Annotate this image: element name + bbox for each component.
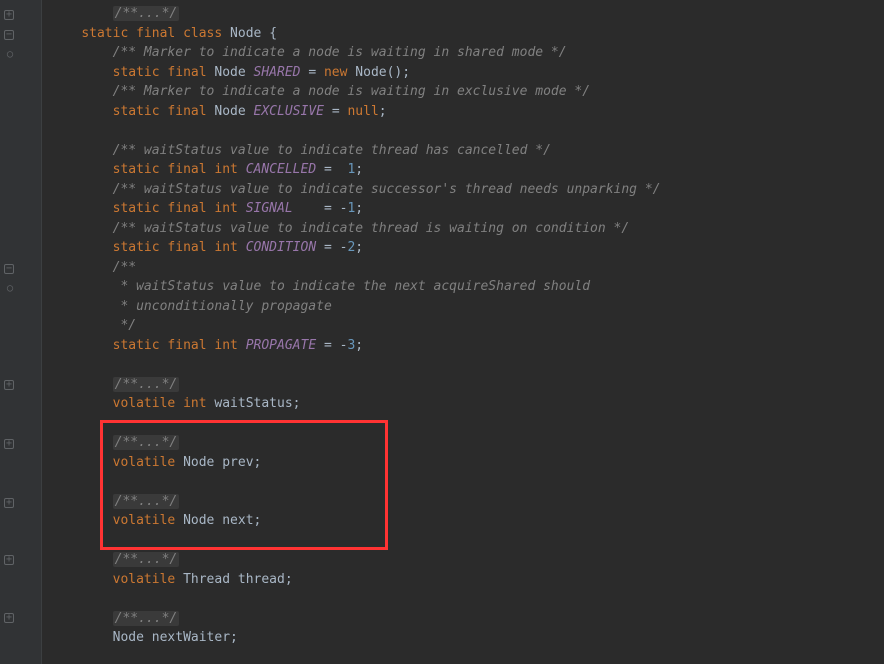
code-line: Node nextWaiter; — [42, 628, 884, 648]
code-line: volatile int waitStatus; — [42, 394, 884, 414]
code-line: /** waitStatus value to indicate thread … — [42, 141, 884, 161]
code-line: /** waitStatus value to indicate thread … — [42, 219, 884, 239]
code-line — [42, 589, 884, 609]
fold-toggle-icon[interactable]: + — [4, 555, 14, 565]
fold-comment[interactable]: /**...*/ — [113, 6, 180, 21]
code-line: static final int SIGNAL = -1; — [42, 199, 884, 219]
code-line: /**...*/ — [42, 609, 884, 629]
code-editor[interactable]: /**...*/ static final class Node { /** M… — [42, 0, 884, 664]
code-line: /**...*/ — [42, 4, 884, 24]
code-line: /**...*/ — [42, 375, 884, 395]
code-line: /** — [42, 258, 884, 278]
code-line: /**...*/ — [42, 492, 884, 512]
code-line: static final Node SHARED = new Node(); — [42, 63, 884, 83]
code-line: /** Marker to indicate a node is waiting… — [42, 43, 884, 63]
code-line: volatile Node prev; — [42, 453, 884, 473]
fold-toggle-icon[interactable]: − — [4, 30, 14, 40]
code-line: * unconditionally propagate — [42, 297, 884, 317]
fold-comment[interactable]: /**...*/ — [113, 377, 180, 392]
code-line: * waitStatus value to indicate the next … — [42, 277, 884, 297]
class-gutter-icon: ◯ — [4, 49, 16, 61]
code-line: /** Marker to indicate a node is waiting… — [42, 82, 884, 102]
code-line: static final class Node { — [42, 24, 884, 44]
code-line: /**...*/ — [42, 550, 884, 570]
code-line — [42, 121, 884, 141]
code-line: /** waitStatus value to indicate success… — [42, 180, 884, 200]
code-line: static final int PROPAGATE = -3; — [42, 336, 884, 356]
code-line: volatile Node next; — [42, 511, 884, 531]
fold-toggle-icon[interactable]: + — [4, 380, 14, 390]
fold-toggle-icon[interactable]: + — [4, 10, 14, 20]
fold-toggle-icon[interactable]: + — [4, 439, 14, 449]
fold-comment[interactable]: /**...*/ — [113, 611, 180, 626]
fold-toggle-icon[interactable]: − — [4, 264, 14, 274]
code-line: static final int CONDITION = -2; — [42, 238, 884, 258]
fold-comment[interactable]: /**...*/ — [113, 494, 180, 509]
code-line — [42, 414, 884, 434]
fold-toggle-icon[interactable]: + — [4, 613, 14, 623]
code-line: volatile Thread thread; — [42, 570, 884, 590]
code-line — [42, 531, 884, 551]
code-line: static final Node EXCLUSIVE = null; — [42, 102, 884, 122]
code-line — [42, 472, 884, 492]
fold-toggle-icon[interactable]: + — [4, 498, 14, 508]
class-gutter-icon: ◯ — [4, 283, 16, 295]
editor-gutter: + − ◯ − ◯ + + + + + — [0, 0, 42, 664]
code-line: /**...*/ — [42, 433, 884, 453]
code-line — [42, 355, 884, 375]
code-line: static final int CANCELLED = 1; — [42, 160, 884, 180]
code-line: */ — [42, 316, 884, 336]
fold-comment[interactable]: /**...*/ — [113, 552, 180, 567]
fold-comment[interactable]: /**...*/ — [113, 435, 180, 450]
